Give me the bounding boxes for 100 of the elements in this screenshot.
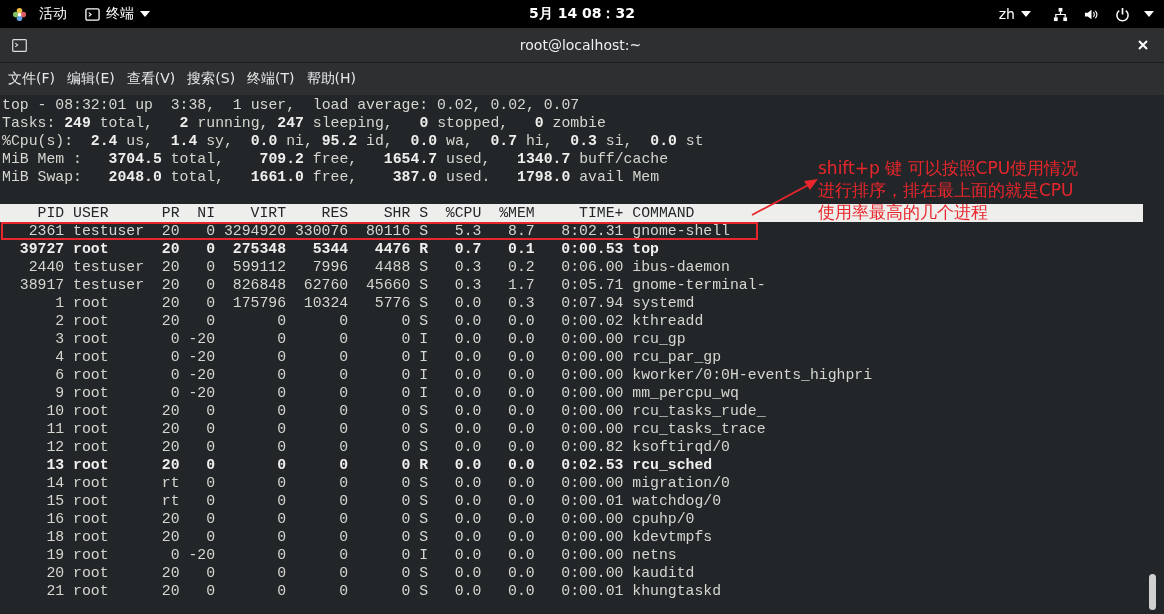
table-cell-text: 0 xyxy=(400,528,411,546)
table-cell: rcu_sched xyxy=(632,456,713,474)
table-cell-text: 20 xyxy=(160,420,180,438)
table-cell-text: 14 xyxy=(45,474,65,492)
table-cell-text: rt xyxy=(160,474,180,492)
table-cell-text: 0.0 xyxy=(453,564,482,582)
table-cell-text: 0 xyxy=(400,366,411,384)
column-header: PID xyxy=(36,204,65,222)
table-cell-text: 0:00.00 xyxy=(560,474,624,492)
table-cell: kthreadd xyxy=(632,312,704,330)
table-cell-text: 0 xyxy=(400,312,411,330)
network-icon[interactable] xyxy=(1053,6,1068,22)
table-cell-text: 0 xyxy=(276,528,287,546)
table-cell-text: 10324 xyxy=(302,294,349,312)
app-menu-button[interactable]: 终端 xyxy=(79,5,156,23)
power-icon[interactable] xyxy=(1115,6,1130,22)
table-cell-text: 38917 xyxy=(18,276,65,294)
table-cell-text: 175796 xyxy=(231,294,287,312)
table-cell-text: 0 xyxy=(338,384,349,402)
annotation-text: 使用率最高的几个进程 xyxy=(818,201,989,223)
table-cell-text: 8:02.31 xyxy=(560,222,624,240)
summary-line: MiB Mem : 3704.5 total, 709.2 free, 1654.7 used, 1340.7 buff/cache xyxy=(2,150,669,168)
table-cell-text: 62760 xyxy=(302,276,349,294)
table-cell-text: 0 xyxy=(400,420,411,438)
language-button[interactable]: zh xyxy=(992,6,1037,22)
table-cell: rcu_gp xyxy=(632,330,686,348)
table-cell-text: 0.0 xyxy=(507,456,535,474)
column-header: COMMAND xyxy=(632,204,695,222)
table-cell-text: 0.0 xyxy=(507,438,535,456)
table-cell-text: root xyxy=(73,564,110,582)
activities-button[interactable]: 活动 xyxy=(33,5,73,23)
table-cell: systemd xyxy=(632,294,695,312)
table-cell-text: 0 xyxy=(338,456,349,474)
table-cell-text: 0 xyxy=(338,564,349,582)
table-cell-text: 20 xyxy=(160,258,180,276)
table-cell-text: 20 xyxy=(160,402,180,420)
table-cell-text: 20 xyxy=(160,240,180,258)
table-cell-text: 0 xyxy=(400,438,411,456)
menu-item[interactable]: 查看(V) xyxy=(120,70,182,88)
table-cell-text: 826848 xyxy=(231,276,287,294)
table-cell-text: 20 xyxy=(160,438,180,456)
table-cell-text: 0.0 xyxy=(507,348,535,366)
table-cell-text: 0:00.00 xyxy=(560,366,624,384)
table-cell: -20 xyxy=(188,366,216,384)
table-cell-text: 0:06.00 xyxy=(560,258,624,276)
table-cell-text: 0 xyxy=(276,546,287,564)
menu-item[interactable]: 文件(F) xyxy=(2,70,61,88)
table-cell-text: 10 xyxy=(45,402,65,420)
table-cell: kdevtmpfs xyxy=(632,528,713,546)
table-cell-text: 0.0 xyxy=(453,474,482,492)
table-cell: testuser xyxy=(73,258,145,276)
table-cell: S xyxy=(419,582,429,600)
menu-item[interactable]: 终端(T) xyxy=(241,70,301,88)
table-cell-text: 5.3 xyxy=(453,222,482,240)
summary-line: MiB Swap: 2048.0 total, 1661.0 free, 387.0 used. 1798.0 avail Mem xyxy=(2,168,660,186)
table-cell-text: 5776 xyxy=(373,294,411,312)
table-cell-text: 0 xyxy=(205,276,216,294)
table-cell-text: 0:00.00 xyxy=(560,384,624,402)
table-cell-text: 0:00.82 xyxy=(560,438,624,456)
clock[interactable]: 5月 14 08：32 xyxy=(523,5,641,23)
table-cell-text: 0 xyxy=(276,456,287,474)
flower-icon xyxy=(12,6,27,22)
table-cell-text: 80116 xyxy=(364,222,411,240)
table-cell: S xyxy=(419,528,429,546)
table-cell-text: 20 xyxy=(160,510,180,528)
scrollbar-thumb[interactable] xyxy=(1149,574,1156,610)
table-cell-text: 0 xyxy=(205,492,216,510)
table-cell-text: 0 xyxy=(338,402,349,420)
table-cell: I xyxy=(419,330,429,348)
menu-item[interactable]: 搜索(S) xyxy=(181,70,242,88)
annotation-text: 进行排序，排在最上面的就是CPU xyxy=(818,179,1075,201)
table-cell-text: 20 xyxy=(160,294,180,312)
menu-item[interactable]: 帮助(H) xyxy=(300,70,363,88)
table-cell-text: 20 xyxy=(160,222,180,240)
table-cell-text: 0 xyxy=(338,528,349,546)
table-cell: netns xyxy=(632,546,677,564)
table-cell-text: 0:00.00 xyxy=(560,420,624,438)
table-cell-text: 0 xyxy=(338,582,349,600)
table-cell-text: root xyxy=(73,366,110,384)
table-cell: ibus-daemon xyxy=(632,258,730,276)
table-cell-text: 0.0 xyxy=(453,528,482,546)
table-cell: gnome-terminal- xyxy=(632,276,766,294)
table-cell-text: 0 xyxy=(400,582,411,600)
caret-icon[interactable] xyxy=(1144,11,1154,17)
table-cell-text: 0 xyxy=(169,384,180,402)
table-cell-text: 20 xyxy=(160,582,180,600)
table-cell-text: 0.0 xyxy=(453,582,482,600)
table-cell: I xyxy=(419,546,429,564)
table-cell-text: 0 xyxy=(276,312,287,330)
table-cell: gnome-shell xyxy=(632,222,730,240)
window-title: root@localhost:~ xyxy=(518,37,643,53)
table-cell-text: 0 xyxy=(276,420,287,438)
table-cell: S xyxy=(419,312,429,330)
table-cell-text: 0 xyxy=(276,438,287,456)
table-cell-text: 0 xyxy=(205,582,216,600)
table-cell-text: 0:07.94 xyxy=(560,294,624,312)
table-cell-text: 16 xyxy=(45,510,65,528)
menu-item[interactable]: 编辑(E) xyxy=(61,70,121,88)
table-cell-text: 0 xyxy=(205,474,216,492)
table-cell-text: 18 xyxy=(45,528,65,546)
